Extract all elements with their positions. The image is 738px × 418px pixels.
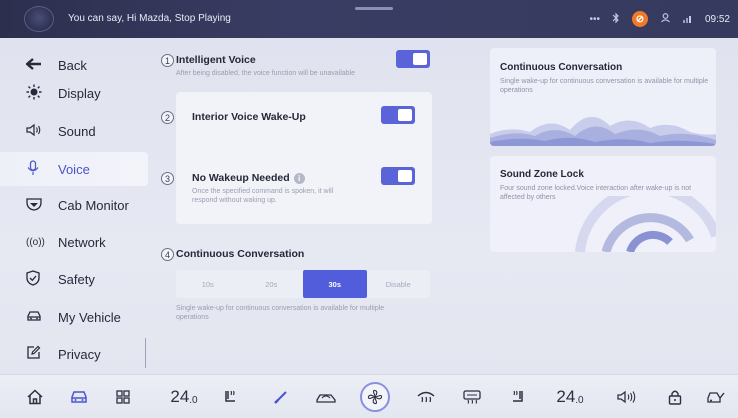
more-icon[interactable]: •••	[589, 14, 600, 25]
toggle-knob	[398, 109, 412, 121]
brightness-icon	[0, 84, 42, 103]
car-icon	[0, 310, 41, 325]
microphone-icon	[0, 159, 40, 179]
no-wakeup-description-line: Once the specified command is spoken, it…	[192, 188, 334, 195]
sidebar-item-label: Back	[58, 57, 87, 73]
status-bar: You can say, Hi Mazda, Stop Playing ••• …	[0, 0, 738, 38]
interior-wakeup-title: Interior Voice Wake-Up	[192, 111, 306, 123]
wave-illustration	[490, 116, 716, 146]
bluetooth-icon	[612, 12, 620, 27]
section-number-badge: 3	[161, 172, 174, 185]
cab-monitor-icon	[0, 197, 42, 214]
info-card-description: Single wake-up for continuous conversati…	[500, 78, 709, 94]
sidebar-item-network[interactable]: ((o)) Network	[0, 225, 148, 259]
continuous-conversation-info-card: Continuous Conversation Single wake-up f…	[490, 48, 716, 146]
continuous-description-line: operations	[176, 314, 209, 321]
sidebar-item-label: Privacy	[58, 346, 101, 362]
sidebar-item-label: Network	[58, 234, 106, 250]
continuous-duration-selector: 10s 20s 30s Disable	[176, 270, 430, 298]
seat-heat-icon[interactable]	[220, 375, 242, 418]
info-card-title: Sound Zone Lock	[500, 169, 584, 180]
clock: 09:52	[704, 13, 730, 25]
toggle-knob	[398, 170, 412, 182]
sidebar-item-my-vehicle[interactable]: My Vehicle	[0, 300, 148, 334]
continuous-description-line: Single wake-up for continuous conversati…	[176, 305, 385, 312]
do-not-disturb-icon[interactable]: ⊘	[631, 11, 648, 27]
voice-hint: You can say, Hi Mazda, Stop Playing	[68, 13, 231, 24]
sidebar-item-cab-monitor[interactable]: Cab Monitor	[0, 188, 148, 222]
sidebar-item-display[interactable]: Display	[0, 76, 148, 110]
speaker-icon	[0, 123, 41, 140]
driver-temp-decimal: .0	[189, 394, 198, 406]
intelligent-voice-title: Intelligent Voice	[176, 54, 256, 66]
volume-icon[interactable]	[614, 375, 640, 418]
recirculation-icon[interactable]	[312, 375, 340, 418]
continuous-conversation-description: Single wake-up for continuous conversati…	[176, 304, 384, 322]
interior-wakeup-toggle[interactable]	[381, 106, 415, 124]
sidebar-item-label: Voice	[58, 161, 90, 177]
edit-icon	[0, 345, 41, 363]
driver-temperature[interactable]: 24.0	[164, 375, 204, 418]
sidebar-item-privacy[interactable]: Privacy	[0, 337, 148, 371]
fan-speed-button[interactable]	[358, 375, 392, 418]
shield-icon	[0, 269, 40, 289]
intelligent-voice-toggle[interactable]	[396, 50, 430, 68]
driver-temp-value: 24	[170, 387, 190, 406]
sidebar-item-label: Safety	[58, 271, 95, 287]
sidebar-item-label: Display	[58, 85, 101, 101]
no-wakeup-description-line: respond without waking up.	[192, 197, 277, 204]
continuous-conversation-title: Continuous Conversation	[176, 248, 305, 260]
front-defrost-icon[interactable]	[414, 375, 438, 418]
passenger-temp-value: 24	[556, 387, 576, 406]
sound-zone-lock-info-card: Sound Zone Lock Four sound zone locked.V…	[490, 156, 716, 252]
voice-assistant-avatar[interactable]	[24, 6, 54, 32]
passenger-temp-decimal: .0	[575, 394, 584, 406]
info-icon[interactable]: i	[293, 172, 305, 184]
pull-down-handle[interactable]	[355, 7, 393, 10]
sidebar-item-label: Cab Monitor	[58, 197, 129, 213]
tailgate-icon[interactable]	[704, 375, 728, 418]
user-icon[interactable]	[660, 12, 671, 26]
section-number-badge: 4	[161, 248, 174, 261]
sidebar-item-sound[interactable]: Sound	[0, 114, 148, 148]
lock-icon[interactable]	[664, 375, 686, 418]
section-number-badge: 1	[161, 54, 174, 67]
sidebar-item-safety[interactable]: Safety	[0, 262, 148, 296]
section-number-badge: 2	[161, 111, 174, 124]
fan-icon	[360, 382, 390, 412]
status-icons: ••• ⊘ 09:52	[589, 9, 730, 29]
apps-grid-icon[interactable]	[112, 375, 134, 418]
toggle-knob	[413, 53, 427, 65]
no-wakeup-title: No Wakeup Needed i	[192, 172, 305, 184]
climate-bar: 24.0 24.0	[0, 374, 738, 418]
no-wakeup-toggle[interactable]	[381, 167, 415, 185]
settings-sidebar: Back Display Sound Voice Cab Monitor ((o…	[0, 48, 148, 368]
duration-option-10s[interactable]: 10s	[176, 270, 240, 298]
sidebar-item-label: My Vehicle	[58, 309, 121, 325]
duration-option-disable[interactable]: Disable	[367, 270, 431, 298]
info-card-title: Continuous Conversation	[500, 62, 623, 73]
intelligent-voice-description: After being disabled, the voice function…	[176, 70, 356, 77]
rear-defrost-icon[interactable]	[460, 375, 484, 418]
duration-option-30s[interactable]: 30s	[303, 270, 367, 298]
sidebar-item-label: Sound	[58, 123, 96, 139]
wiper-icon[interactable]	[270, 375, 292, 418]
no-wakeup-description: Once the specified command is spoken, it…	[192, 187, 333, 205]
home-icon[interactable]	[24, 375, 46, 418]
no-wakeup-title-text: No Wakeup Needed	[192, 172, 290, 184]
sidebar-item-voice[interactable]: Voice	[0, 152, 148, 186]
passenger-seat-heat-icon[interactable]	[506, 375, 528, 418]
screen: You can say, Hi Mazda, Stop Playing ••• …	[0, 0, 738, 418]
back-arrow-icon	[0, 57, 41, 73]
signal-icon	[682, 13, 693, 26]
car-shortcut-icon[interactable]	[68, 375, 90, 418]
network-icon: ((o))	[26, 236, 45, 248]
passenger-temperature[interactable]: 24.0	[550, 375, 590, 418]
sidebar-scroll-indicator[interactable]	[145, 338, 146, 368]
sound-zone-illustration	[575, 196, 716, 252]
duration-option-20s[interactable]: 20s	[240, 270, 304, 298]
